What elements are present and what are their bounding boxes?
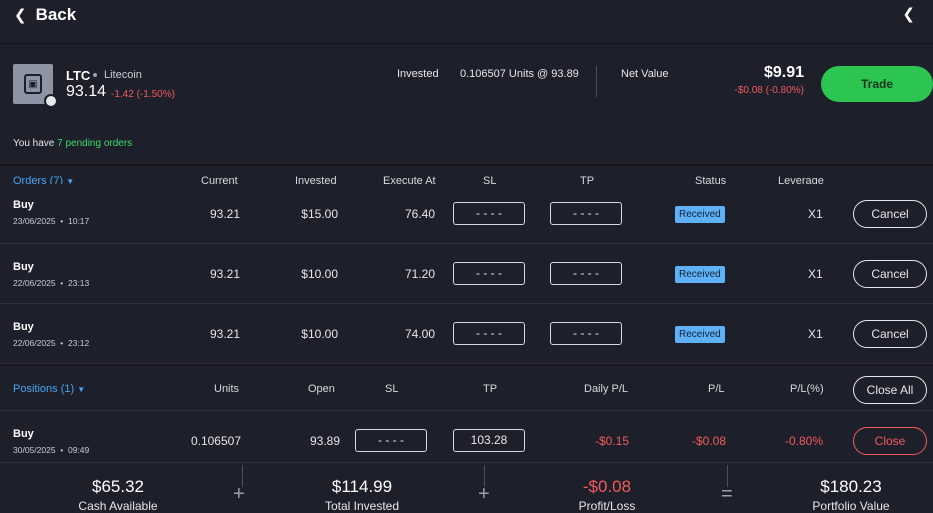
position-units: 0.106507 (190, 434, 241, 448)
col-units: Units (214, 383, 240, 395)
cancel-order-button[interactable]: Cancel (853, 200, 927, 228)
pending-prefix: You have (13, 138, 58, 149)
order-sl-field[interactable]: - - - - (453, 322, 525, 345)
order-date: 22/06/2025 (13, 278, 56, 288)
order-leverage: X1 (808, 207, 823, 221)
position-sl-field[interactable]: - - - - (355, 429, 427, 452)
order-invested: $15.00 (301, 207, 338, 221)
equals-icon: = (721, 483, 733, 505)
asset-name: Litecoin (104, 69, 142, 81)
order-datetime: 22/06/2025 • 23:13 (13, 278, 90, 288)
order-time: 10:17 (67, 216, 90, 226)
position-open: 93.89 (309, 434, 340, 448)
order-execute-at: 74.00 (404, 327, 435, 341)
position-row: Buy 30/05/2025 • 09:49 0.106507 93.89 - … (0, 411, 933, 462)
order-current: 93.21 (209, 327, 240, 341)
order-time: 23:13 (67, 278, 90, 288)
net-value-label: Net Value (621, 68, 669, 80)
position-datetime: 30/05/2025 • 09:49 (13, 445, 90, 455)
order-side: Buy (13, 261, 34, 273)
order-leverage: X1 (808, 327, 823, 341)
chevron-left-icon: ❮ (14, 7, 27, 24)
portfolio-summary: $65.32 Cash Available + $114.99 Total In… (0, 462, 933, 513)
net-value: $9.91 (763, 64, 804, 81)
order-time: 23:12 (67, 338, 90, 348)
invested-value: 0.106507 Units @ 93.89 (460, 68, 579, 80)
total-invested-value: $114.99 (331, 477, 393, 496)
back-button[interactable]: ❮ Back (14, 5, 76, 25)
order-execute-at: 76.40 (404, 207, 435, 221)
separator-dot (93, 73, 97, 77)
top-bar (0, 0, 933, 44)
trade-button[interactable]: Trade (821, 66, 933, 102)
plus-icon: + (478, 483, 490, 505)
position-side: Buy (13, 428, 34, 440)
order-current: 93.21 (209, 207, 240, 221)
col-pl: P/L (708, 383, 725, 395)
order-row: Buy 22/06/2025 • 23:12 93.21 $10.00 74.0… (0, 304, 933, 364)
position-pl: -$0.08 (691, 434, 726, 448)
order-row: Buy 22/06/2025 • 23:13 93.21 $10.00 71.2… (0, 244, 933, 304)
plus-icon: + (233, 483, 245, 505)
order-sl-field[interactable]: - - - - (453, 262, 525, 285)
order-current: 93.21 (209, 267, 240, 281)
order-date: 23/06/2025 (13, 216, 56, 226)
close-all-button[interactable]: Close All (853, 376, 927, 404)
status-badge: Received (675, 206, 725, 223)
divider (596, 66, 597, 97)
order-tp-field[interactable]: - - - - (550, 322, 622, 345)
profit-loss-value: -$0.08 (582, 477, 632, 496)
col-pl-pct: P/L(%) (790, 383, 824, 395)
position-time: 09:49 (67, 445, 90, 455)
net-value-change: -$0.08 (-0.80%) (734, 85, 804, 96)
order-date: 22/06/2025 (13, 338, 56, 348)
order-execute-at: 71.20 (404, 267, 435, 281)
cash-available-label: Cash Available (78, 499, 158, 513)
status-badge: Received (675, 326, 725, 343)
col-sl: SL (385, 383, 399, 395)
order-side: Buy (13, 199, 34, 211)
positions-table-header: Positions (1) ▼ Units Open SL TP Daily P… (0, 364, 933, 411)
position-daily-pl: -$0.15 (594, 434, 629, 448)
asset-price: 93.14 (66, 83, 107, 100)
cancel-order-button[interactable]: Cancel (853, 260, 927, 288)
asset-symbol: LTC (66, 68, 91, 83)
order-tp-field[interactable]: - - - - (550, 262, 622, 285)
caret-down-icon: ▼ (77, 385, 86, 394)
col-tp: TP (483, 383, 498, 395)
coin-icon: ▣ (24, 74, 42, 94)
pending-orders-link[interactable]: 7 pending orders (57, 138, 132, 149)
close-position-button[interactable]: Close (853, 427, 927, 455)
pending-orders-notice: You have 7 pending orders (13, 138, 132, 149)
order-row: Buy 23/06/2025 • 10:17 93.21 $15.00 76.4… (0, 184, 933, 244)
asset-change: -1.42 (-1.50%) (111, 89, 175, 100)
position-tp-field[interactable]: 103.28 (453, 429, 525, 452)
order-datetime: 22/06/2025 • 23:12 (13, 338, 90, 348)
back-label: Back (35, 5, 77, 24)
col-open: Open (308, 383, 335, 395)
cash-available-value: $65.32 (92, 477, 144, 496)
portfolio-value: $180.23 (820, 477, 882, 496)
profit-loss-label: Profit/Loss (578, 499, 636, 513)
position-date: 30/05/2025 (13, 445, 56, 455)
position-pl-pct: -0.80% (784, 434, 823, 448)
collapse-panel-icon[interactable]: ❮ (902, 5, 915, 23)
order-side: Buy (13, 321, 34, 333)
verified-badge-icon (44, 94, 58, 108)
order-leverage: X1 (808, 267, 823, 281)
total-invested-label: Total Invested (324, 499, 400, 513)
positions-title: Positions (1) (13, 383, 75, 395)
order-datetime: 23/06/2025 • 10:17 (13, 216, 90, 226)
col-daily-pl: Daily P/L (584, 383, 629, 395)
order-sl-field[interactable]: - - - - (453, 202, 525, 225)
positions-dropdown[interactable]: Positions (1) ▼ (13, 383, 85, 395)
order-invested: $10.00 (301, 267, 338, 281)
order-tp-field[interactable]: - - - - (550, 202, 622, 225)
portfolio-value-label: Portfolio Value (812, 499, 890, 513)
invested-label: Invested (397, 68, 439, 80)
status-badge: Received (675, 266, 725, 283)
cancel-order-button[interactable]: Cancel (853, 320, 927, 348)
order-invested: $10.00 (301, 327, 338, 341)
